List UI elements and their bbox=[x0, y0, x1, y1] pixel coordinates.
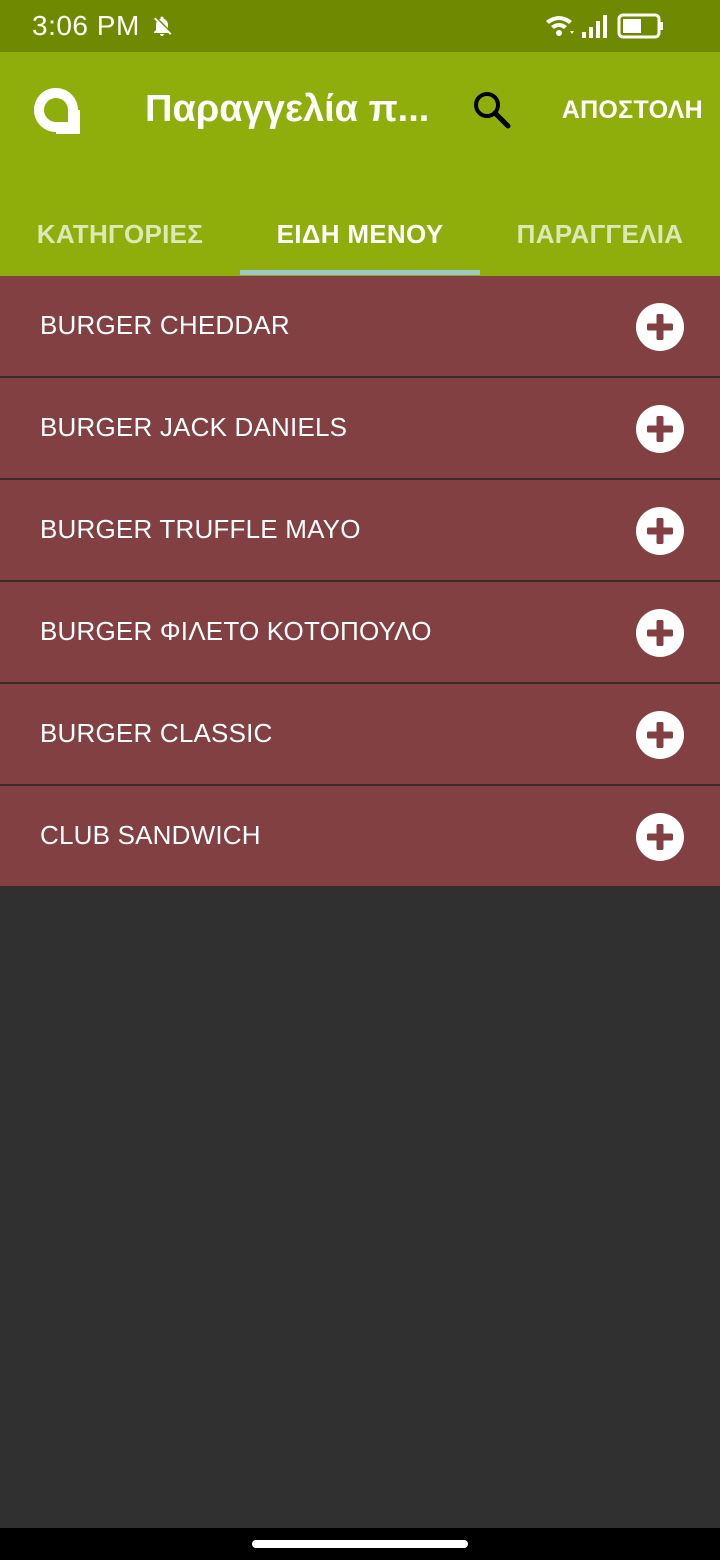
status-bar: 3:06 PM bbox=[0, 0, 720, 52]
menu-item-label: BURGER CHEDDAR bbox=[40, 310, 290, 340]
status-icons bbox=[546, 13, 663, 39]
page-title: Παραγγελία π... bbox=[145, 88, 430, 130]
menu-item-label: BURGER CLASSIC bbox=[40, 718, 273, 748]
list-item[interactable]: BURGER CHEDDAR bbox=[0, 276, 720, 378]
wifi-icon bbox=[546, 16, 574, 36]
menu-item-label: BURGER TRUFFLE MAYO bbox=[40, 514, 361, 544]
search-icon[interactable] bbox=[470, 88, 514, 132]
app-logo-icon[interactable] bbox=[30, 84, 82, 136]
list-item[interactable]: BURGER TRUFFLE MAYO bbox=[0, 480, 720, 582]
add-circle-icon[interactable] bbox=[636, 609, 684, 657]
tab-bar: ΚΑΤΗΓΟΡΙΕΣ ΕΙΔΗ ΜΕΝΟΥ ΠΑΡΑΓΓΕΛΙΑ bbox=[0, 192, 720, 276]
menu-item-label: CLUB SANDWICH bbox=[40, 820, 261, 850]
add-circle-icon[interactable] bbox=[636, 303, 684, 351]
tab-categories[interactable]: ΚΑΤΗΓΟΡΙΕΣ bbox=[0, 192, 240, 276]
add-circle-icon[interactable] bbox=[636, 711, 684, 759]
home-gesture-handle[interactable] bbox=[252, 1540, 468, 1548]
menu-item-label: BURGER JACK DANIELS bbox=[40, 412, 348, 442]
menu-item-label: BURGER ΦΙΛΕΤΟ ΚΟΤΟΠΟΥΛΟ bbox=[40, 616, 432, 646]
bell-off-icon bbox=[154, 16, 172, 36]
app-bar: Παραγγελία π... ΑΠΟΣΤΟΛΗ ΚΑΤΗΓΟΡΙΕΣ ΕΙΔΗ… bbox=[0, 52, 720, 276]
tab-indicator bbox=[240, 270, 480, 275]
list-item[interactable]: CLUB SANDWICH bbox=[0, 786, 720, 888]
menu-items-list: BURGER CHEDDAR BURGER JACK DANIELS BURGE… bbox=[0, 276, 720, 888]
send-button[interactable]: ΑΠΟΣΤΟΛΗ bbox=[562, 96, 703, 125]
tab-menu-items[interactable]: ΕΙΔΗ ΜΕΝΟΥ bbox=[240, 192, 480, 276]
list-item[interactable]: BURGER JACK DANIELS bbox=[0, 378, 720, 480]
add-circle-icon[interactable] bbox=[636, 813, 684, 861]
tab-order[interactable]: ΠΑΡΑΓΓΕΛΙΑ bbox=[480, 192, 720, 276]
system-nav-bar bbox=[0, 1528, 720, 1560]
list-item[interactable]: BURGER ΦΙΛΕΤΟ ΚΟΤΟΠΟΥΛΟ bbox=[0, 582, 720, 684]
add-circle-icon[interactable] bbox=[636, 507, 684, 555]
list-item[interactable]: BURGER CLASSIC bbox=[0, 684, 720, 786]
battery-icon bbox=[617, 13, 663, 39]
signal-icon bbox=[582, 15, 607, 38]
add-circle-icon[interactable] bbox=[636, 405, 684, 453]
status-time: 3:06 PM bbox=[32, 10, 140, 41]
